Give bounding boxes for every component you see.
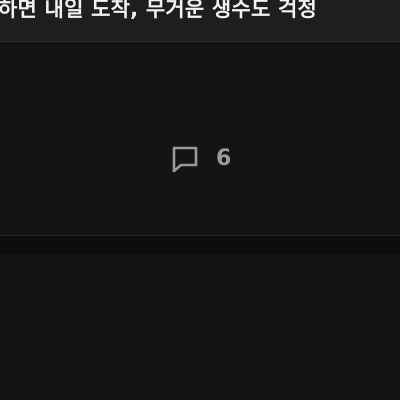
article-headline[interactable]: 하면 내일 도착, 무거운 생수도 걱정 [0, 0, 317, 23]
comments-button[interactable]: 6 [168, 141, 231, 177]
article-card-body: 6 [0, 43, 400, 235]
feed-viewport: 하면 내일 도착, 무거운 생수도 걱정 6 [0, 0, 400, 400]
next-card [0, 254, 400, 400]
speech-bubble-icon [172, 146, 198, 173]
comment-count: 6 [216, 146, 232, 171]
section-separator [0, 236, 400, 254]
article-headline-bar[interactable]: 하면 내일 도착, 무거운 생수도 걱정 [0, 0, 400, 42]
